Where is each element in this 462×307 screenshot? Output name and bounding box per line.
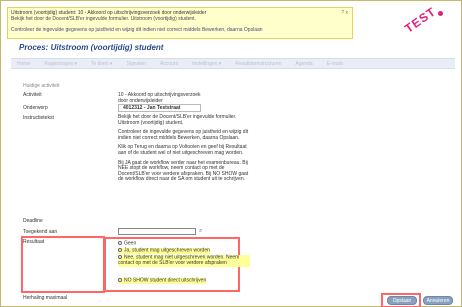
onderwerp-label: Onderwerp	[23, 105, 48, 111]
save-button[interactable]: Opslaan	[387, 296, 417, 305]
page-title: Proces: Uitstroom (voortijdig) student	[19, 43, 164, 52]
radio-icon[interactable]	[118, 241, 122, 245]
logo-text: TEST	[402, 4, 439, 36]
notice-close-icon[interactable]: ? x	[341, 10, 348, 16]
menu-item-resultatenstructuren[interactable]: Resultatenstructuren	[235, 61, 281, 67]
menu-item-instellingen[interactable]: Instellingen ▾	[192, 61, 221, 67]
notice-subtitle: Bekijk het door de Docent/SLB'er ingevul…	[11, 16, 196, 22]
radio-option-no-show[interactable]: NO SHOW student direct uitschrijven	[118, 277, 207, 285]
toegekend-input[interactable]	[118, 228, 196, 235]
resultaat-label: Resultaat	[23, 239, 45, 245]
radio-option-geen[interactable]: Geen	[118, 241, 136, 247]
menu-item-home[interactable]: Home	[17, 61, 30, 67]
instruction-paragraph: Controleer de ingevulde gegevens op juis…	[118, 129, 249, 141]
menu-item-agenda[interactable]: Agenda	[295, 61, 312, 67]
radio-option-label: NO SHOW student direct uitschrijven	[124, 277, 207, 284]
menu-item-signalen[interactable]: Signalen	[127, 61, 146, 67]
radio-option-nee[interactable]: Nee, student mag niet uitgeschreven word…	[118, 255, 250, 267]
activity-form: Huidige activiteit Activiteit 10 - Akkoo…	[15, 73, 445, 301]
notice-body: Controleer de ingevulde gegevens op juis…	[11, 27, 263, 33]
instructietekst-label: Instructietekst	[23, 115, 54, 121]
activiteit-value: 10 - Akkoord op uitschrijvingsverzoek do…	[118, 92, 201, 104]
menu-item-te-doen[interactable]: Te doen ▾	[91, 61, 113, 67]
radio-option-label: Ja, student mag uitgeschreven worden	[124, 247, 210, 254]
radio-option-label: Geen	[124, 240, 137, 247]
window-frame: Uitstroom (voortijdig) student: 10 - Akk…	[0, 0, 462, 307]
deadline-label: Deadline	[23, 218, 43, 224]
section-heading: Huidige activiteit	[23, 83, 60, 89]
cancel-button[interactable]: Annuleren	[423, 296, 453, 305]
radio-option-label: Nee, student mag niet uitgeschreven word…	[118, 254, 240, 267]
activiteit-label: Activiteit	[23, 92, 42, 98]
activity-notice: Uitstroom (voortijdig) student: 10 - Akk…	[7, 7, 353, 39]
search-icon[interactable]: ⌕	[199, 228, 202, 235]
logo-dot-icon	[438, 11, 443, 16]
menu-item-rapportages[interactable]: Rapportages ▾	[44, 61, 77, 67]
radio-icon[interactable]	[118, 278, 122, 282]
radio-icon[interactable]	[118, 248, 122, 252]
radio-icon[interactable]	[118, 255, 122, 259]
toegekend-label: Toegekend aan	[23, 229, 58, 235]
instruction-paragraph: Bij JA gaat de workflow verder naar het …	[118, 159, 249, 183]
test-logo: TEST	[402, 4, 443, 36]
radio-option-ja[interactable]: Ja, student mag uitgeschreven worden	[118, 247, 210, 255]
instruction-paragraph: Bekijk het door de Docent/SLB'er ingevul…	[118, 114, 237, 126]
onderwerp-value: 4012312 - Jan Teststraat	[118, 104, 201, 112]
instruction-text: Bekijk het door de Docent/SLB'er ingevul…	[118, 114, 253, 187]
menu-item-e-mails[interactable]: E-mails	[327, 61, 344, 67]
main-menu: Home Rapportages ▾ Te doen ▾ Signalen Ac…	[11, 58, 455, 69]
menu-item-account[interactable]: Account	[160, 61, 178, 67]
instruction-paragraph: Klik op Terug en daarna op Voltooien en …	[118, 144, 247, 156]
herhaling-label: Herhaling maximaal	[23, 295, 68, 301]
